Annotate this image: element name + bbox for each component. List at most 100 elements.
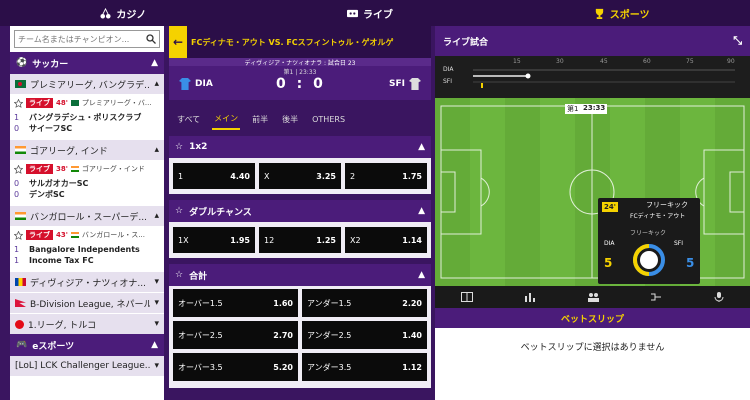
league-header[interactable]: プレミアリーグ, バングラデ... ▴ <box>10 74 164 94</box>
market-name: 合計 <box>189 271 208 282</box>
league-header[interactable]: ディヴィジア・ナツィオナ... ▾ <box>10 272 164 292</box>
tab-main[interactable]: メイン <box>212 109 241 130</box>
tab-all[interactable]: すべて <box>175 110 202 129</box>
timeline-tick: 75 <box>686 58 694 65</box>
away-code: SFI <box>389 79 405 89</box>
timeline-tick: 15 <box>513 58 521 65</box>
tab-second-half[interactable]: 後半 <box>280 110 300 129</box>
popup-home-value: 5 <box>604 256 613 270</box>
timeline-graphic <box>473 69 735 88</box>
microphone-icon[interactable] <box>712 291 726 303</box>
star-icon[interactable]: ☆ <box>175 206 183 216</box>
nav-live[interactable]: ライブ <box>346 6 393 21</box>
event-card[interactable]: ライブ 48' プレミアリーグ・バ... 1 0 バングラデシュ・ポリスクラブ サイーフS… <box>10 94 164 140</box>
odds-button[interactable]: X2 1.14 <box>345 227 427 253</box>
nav-casino[interactable]: カジノ <box>100 6 146 21</box>
pitch-view-icon[interactable] <box>460 291 474 303</box>
bangladesh-flag-icon <box>15 80 26 88</box>
league-name: 1.リーグ, トルコ <box>28 320 97 331</box>
star-icon[interactable]: ☆ <box>175 142 183 152</box>
event-card[interactable]: ライブ 38' ゴアリーグ・インド 0 0 サルガオカーSC デンポSC <box>10 160 164 206</box>
match-title: FCディナモ・アウト VS. FCスフィントゥル・ゲオルゲ <box>191 37 394 47</box>
betslip-empty: ベットスリップに選択はありません <box>435 328 750 364</box>
pitch-clock: 23:33 <box>583 104 606 112</box>
popup-home: DIA <box>604 240 615 247</box>
event-league: ゴアリーグ・インド <box>81 165 145 173</box>
tab-others[interactable]: OTHERS <box>310 111 347 128</box>
odds-button[interactable]: X 3.25 <box>259 163 341 189</box>
away-score: 0 <box>14 190 20 199</box>
market-header[interactable]: ☆ 1x2 ▲ <box>169 136 431 158</box>
away-jersey-icon <box>409 78 421 90</box>
back-button[interactable]: ← <box>169 26 187 58</box>
match-header: ← FCディナモ・アウト VS. FCスフィントゥル・ゲオルゲ <box>169 26 431 58</box>
india-flag-icon <box>70 166 79 172</box>
chevron-up-icon: ▲ <box>418 142 425 152</box>
stats-icon[interactable] <box>523 291 537 303</box>
nepal-flag-icon <box>15 299 26 307</box>
odds-button[interactable]: アンダー2.5 1.40 <box>302 321 427 349</box>
collapse-icon[interactable]: ⤡ <box>733 34 742 48</box>
odds-button[interactable]: 2 1.75 <box>345 163 427 189</box>
chevron-down-icon: ▾ <box>154 298 159 308</box>
sidebar: ⚽サッカー ▲ プレミアリーグ, バングラデ... ▴ ライブ48'プレミアリー… <box>10 26 164 400</box>
league-name: [LoL] LCK Challenger League... <box>15 361 151 371</box>
market-total: ☆ 合計 ▲ オーバー1.5 1.60 アンダー1.5 2.20 オーバー2.5 2.70… <box>169 264 431 388</box>
live-badge: ライブ <box>26 230 53 240</box>
odds-button[interactable]: アンダー3.5 1.12 <box>302 353 427 381</box>
odds-value: 1.75 <box>402 171 422 181</box>
odds-button[interactable]: オーバー2.5 2.70 <box>173 321 298 349</box>
star-icon[interactable] <box>14 230 23 240</box>
timeline-tick: 45 <box>600 58 608 65</box>
star-icon[interactable] <box>14 98 23 108</box>
odds-label: 2 <box>350 171 356 181</box>
odds-button[interactable]: オーバー1.5 1.60 <box>173 289 298 317</box>
match-timeline: 15 30 45 60 75 90 DIA SFI <box>435 56 750 98</box>
league-header[interactable]: B-Division League, ネパール ▾ <box>10 293 164 313</box>
india-flag-icon <box>15 146 26 154</box>
section-label: サッカー <box>32 59 69 70</box>
chevron-up-icon: ▴ <box>154 79 159 89</box>
nav-sports-label: スポーツ <box>609 9 650 21</box>
chevron-up-icon: ▲ <box>418 206 425 216</box>
odds-button[interactable]: 12 1.25 <box>259 227 341 253</box>
league-header[interactable]: バンガロール・スーパーデ... ▴ <box>10 206 164 226</box>
chevron-up-icon: ▲ <box>151 58 158 68</box>
nav-sports[interactable]: スポーツ <box>594 6 650 21</box>
odds-value: 1.95 <box>230 235 250 245</box>
home-team: Bangalore Independents <box>29 245 140 254</box>
bracket-icon[interactable] <box>649 291 663 303</box>
odds-button[interactable]: アンダー1.5 2.20 <box>302 289 427 317</box>
sidebar-section-esports[interactable]: 🎮 eスポーツ ▲ <box>10 334 164 356</box>
odds-button[interactable]: 1 4.40 <box>173 163 255 189</box>
league-header[interactable]: 1.リーグ, トルコ ▾ <box>10 314 164 334</box>
search-input[interactable] <box>18 34 146 44</box>
search-icon[interactable] <box>146 34 156 44</box>
lineup-icon[interactable] <box>586 291 600 303</box>
odds-label: X2 <box>350 235 361 245</box>
league-name: B-Division League, ネパール <box>30 299 151 310</box>
odds-label: オーバー2.5 <box>178 330 223 340</box>
star-icon[interactable] <box>14 164 23 174</box>
odds-label: アンダー3.5 <box>307 362 352 372</box>
market-header[interactable]: ☆ 合計 ▲ <box>169 264 431 286</box>
away-team: サイーフSC <box>29 124 73 133</box>
market-header[interactable]: ☆ ダブルチャンス ▲ <box>169 200 431 222</box>
home-team: サルガオカーSC <box>29 179 89 188</box>
league-header[interactable]: [LoL] LCK Challenger League... ▾ <box>10 356 164 376</box>
odds-value: 5.20 <box>273 362 293 372</box>
home-score: 1 <box>14 245 20 254</box>
betslip-header[interactable]: ベットスリップ <box>435 308 750 328</box>
star-icon[interactable]: ☆ <box>175 270 183 280</box>
league-header[interactable]: ゴアリーグ, インド ▴ <box>10 140 164 160</box>
odds-button[interactable]: 1X 1.95 <box>173 227 255 253</box>
cherry-icon <box>100 7 111 19</box>
tab-first-half[interactable]: 前半 <box>250 110 270 129</box>
odds-button[interactable]: オーバー3.5 5.20 <box>173 353 298 381</box>
betslip-title: ベットスリップ <box>560 314 624 325</box>
odds-label: 12 <box>264 235 275 245</box>
nav-casino-label: カジノ <box>116 9 147 21</box>
sidebar-section-soccer[interactable]: ⚽ サッカー ▲ <box>10 52 164 74</box>
chevron-down-icon: ▾ <box>154 319 159 329</box>
event-card[interactable]: ライブ 43' バンガロール・ス... 1 1 Bangalore Independen… <box>10 226 164 272</box>
